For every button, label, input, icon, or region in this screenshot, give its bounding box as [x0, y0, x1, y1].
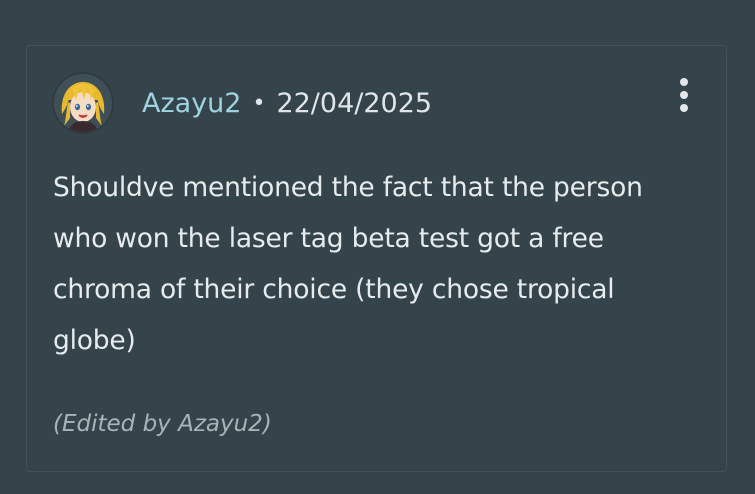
username-link[interactable]: Azayu2 — [142, 84, 241, 124]
avatar-image-icon — [54, 74, 112, 132]
more-options-button[interactable] — [672, 76, 696, 116]
comment-card: Azayu2 • 22/04/2025 Shouldve mentioned t… — [26, 45, 727, 472]
comment-body: Shouldve mentioned the fact that the per… — [53, 172, 643, 356]
edited-note: (Edited by Azayu2) — [53, 411, 272, 437]
vertical-ellipsis-icon — [680, 104, 688, 112]
comment-date: 22/04/2025 — [276, 88, 433, 119]
user-avatar[interactable] — [54, 74, 112, 132]
vertical-ellipsis-icon — [680, 91, 688, 99]
meta-separator: • — [252, 91, 266, 116]
vertical-ellipsis-icon — [680, 78, 688, 86]
comment-meta: Azayu2 • 22/04/2025 — [142, 84, 432, 124]
